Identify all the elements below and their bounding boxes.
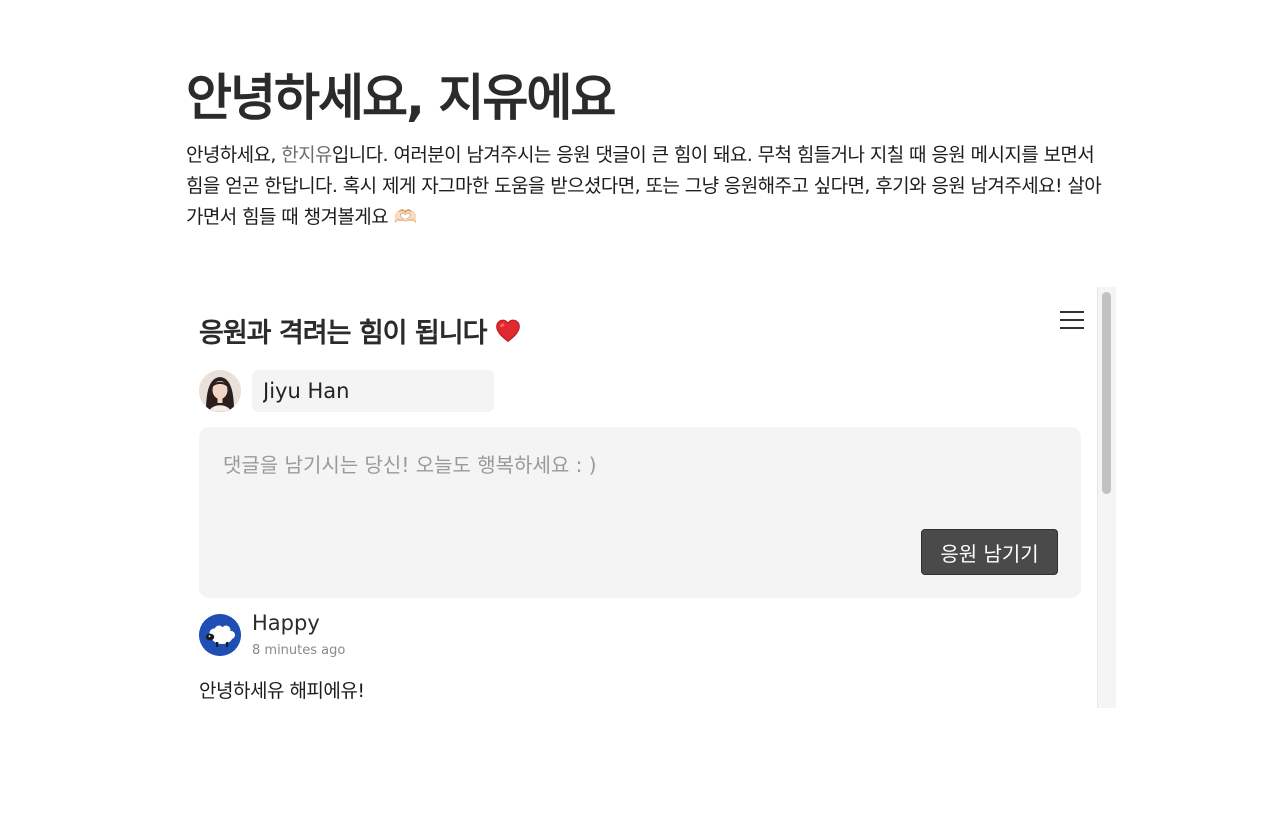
widget-scrollbar[interactable] — [1097, 287, 1116, 708]
scrollbar-thumb[interactable] — [1102, 292, 1111, 494]
user-row — [199, 370, 494, 412]
comment-body: 안녕하세유 해피에유! — [199, 680, 365, 702]
commenter-avatar[interactable] — [199, 614, 241, 656]
comment-author: Happy — [252, 611, 320, 635]
user-avatar[interactable] — [199, 370, 241, 412]
intro-text-before: 안녕하세요, — [186, 144, 282, 166]
widget-title: 응원과 격려는 힘이 됩니다 — [199, 311, 522, 350]
name-input[interactable] — [252, 370, 494, 412]
author-name-link[interactable]: 한지유 — [281, 144, 332, 166]
comment-timestamp: 8 minutes ago — [252, 643, 346, 658]
widget-title-text: 응원과 격려는 힘이 됩니다 — [199, 318, 487, 349]
submit-cheer-button[interactable]: 응원 남기기 — [921, 529, 1058, 575]
guestbook-widget: 응원과 격려는 힘이 됩니다 Jiyu Han 댓글을 남기시는 당신! 오늘도… — [186, 287, 1116, 708]
heart-hands-emoji: 🫶🏻 — [393, 206, 417, 228]
sheep-avatar-icon — [199, 614, 241, 656]
hamburger-menu-icon[interactable] — [1059, 309, 1085, 331]
intro-paragraph: 안녕하세요, 한지유입니다. 여러분이 남겨주시는 응원 댓글이 큰 힘이 돼요… — [186, 140, 1116, 233]
comment-box: 응원 남기기 — [199, 427, 1081, 598]
page-title: 안녕하세요, 지유에요 — [186, 69, 616, 127]
comment-textarea[interactable] — [211, 439, 1061, 525]
heart-icon — [496, 319, 521, 342]
user-avatar-photo — [199, 370, 241, 412]
